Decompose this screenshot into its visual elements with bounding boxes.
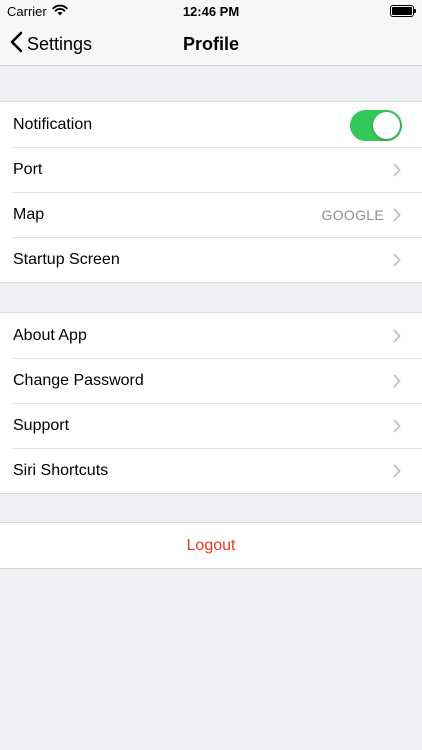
- siri-shortcuts-label: Siri Shortcuts: [13, 461, 109, 479]
- chevron-right-icon: [390, 192, 404, 237]
- siri-shortcuts-row[interactable]: Siri Shortcuts: [0, 448, 422, 493]
- status-time: 12:46 PM: [182, 4, 240, 19]
- chevron-right-icon: [390, 237, 404, 282]
- chevron-right-icon: [390, 448, 404, 493]
- support-label: Support: [13, 416, 70, 434]
- logout-button[interactable]: Logout: [0, 523, 422, 568]
- about-app-label: About App: [13, 326, 87, 344]
- toggle-knob: [373, 112, 400, 139]
- chevron-right-icon: [390, 313, 404, 358]
- map-row[interactable]: Map GOOGLE: [0, 192, 422, 237]
- navigation-bar: Settings Profile: [0, 22, 422, 66]
- change-password-label: Change Password: [13, 371, 144, 389]
- startup-screen-row[interactable]: Startup Screen: [0, 237, 422, 282]
- support-row[interactable]: Support: [0, 403, 422, 448]
- status-bar: Carrier 12:46 PM: [0, 0, 422, 22]
- chevron-right-icon: [390, 147, 404, 192]
- about-app-row[interactable]: About App: [0, 313, 422, 358]
- settings-group-general: Notification Port Map GOOGLE Startup Scr…: [0, 101, 422, 283]
- battery-icon: [390, 5, 416, 17]
- port-row[interactable]: Port: [0, 147, 422, 192]
- map-value: GOOGLE: [321, 206, 384, 223]
- page-title: Profile: [182, 34, 239, 54]
- logout-group: Logout: [0, 522, 422, 569]
- chevron-right-icon: [390, 358, 404, 403]
- map-label: Map: [13, 205, 45, 223]
- change-password-row[interactable]: Change Password: [0, 358, 422, 403]
- notification-toggle[interactable]: [350, 110, 402, 141]
- startup-screen-label: Startup Screen: [13, 250, 120, 268]
- notification-row: Notification: [0, 102, 422, 147]
- settings-group-app: About App Change Password Support Siri S…: [0, 312, 422, 494]
- chevron-right-icon: [390, 403, 404, 448]
- port-label: Port: [13, 160, 43, 178]
